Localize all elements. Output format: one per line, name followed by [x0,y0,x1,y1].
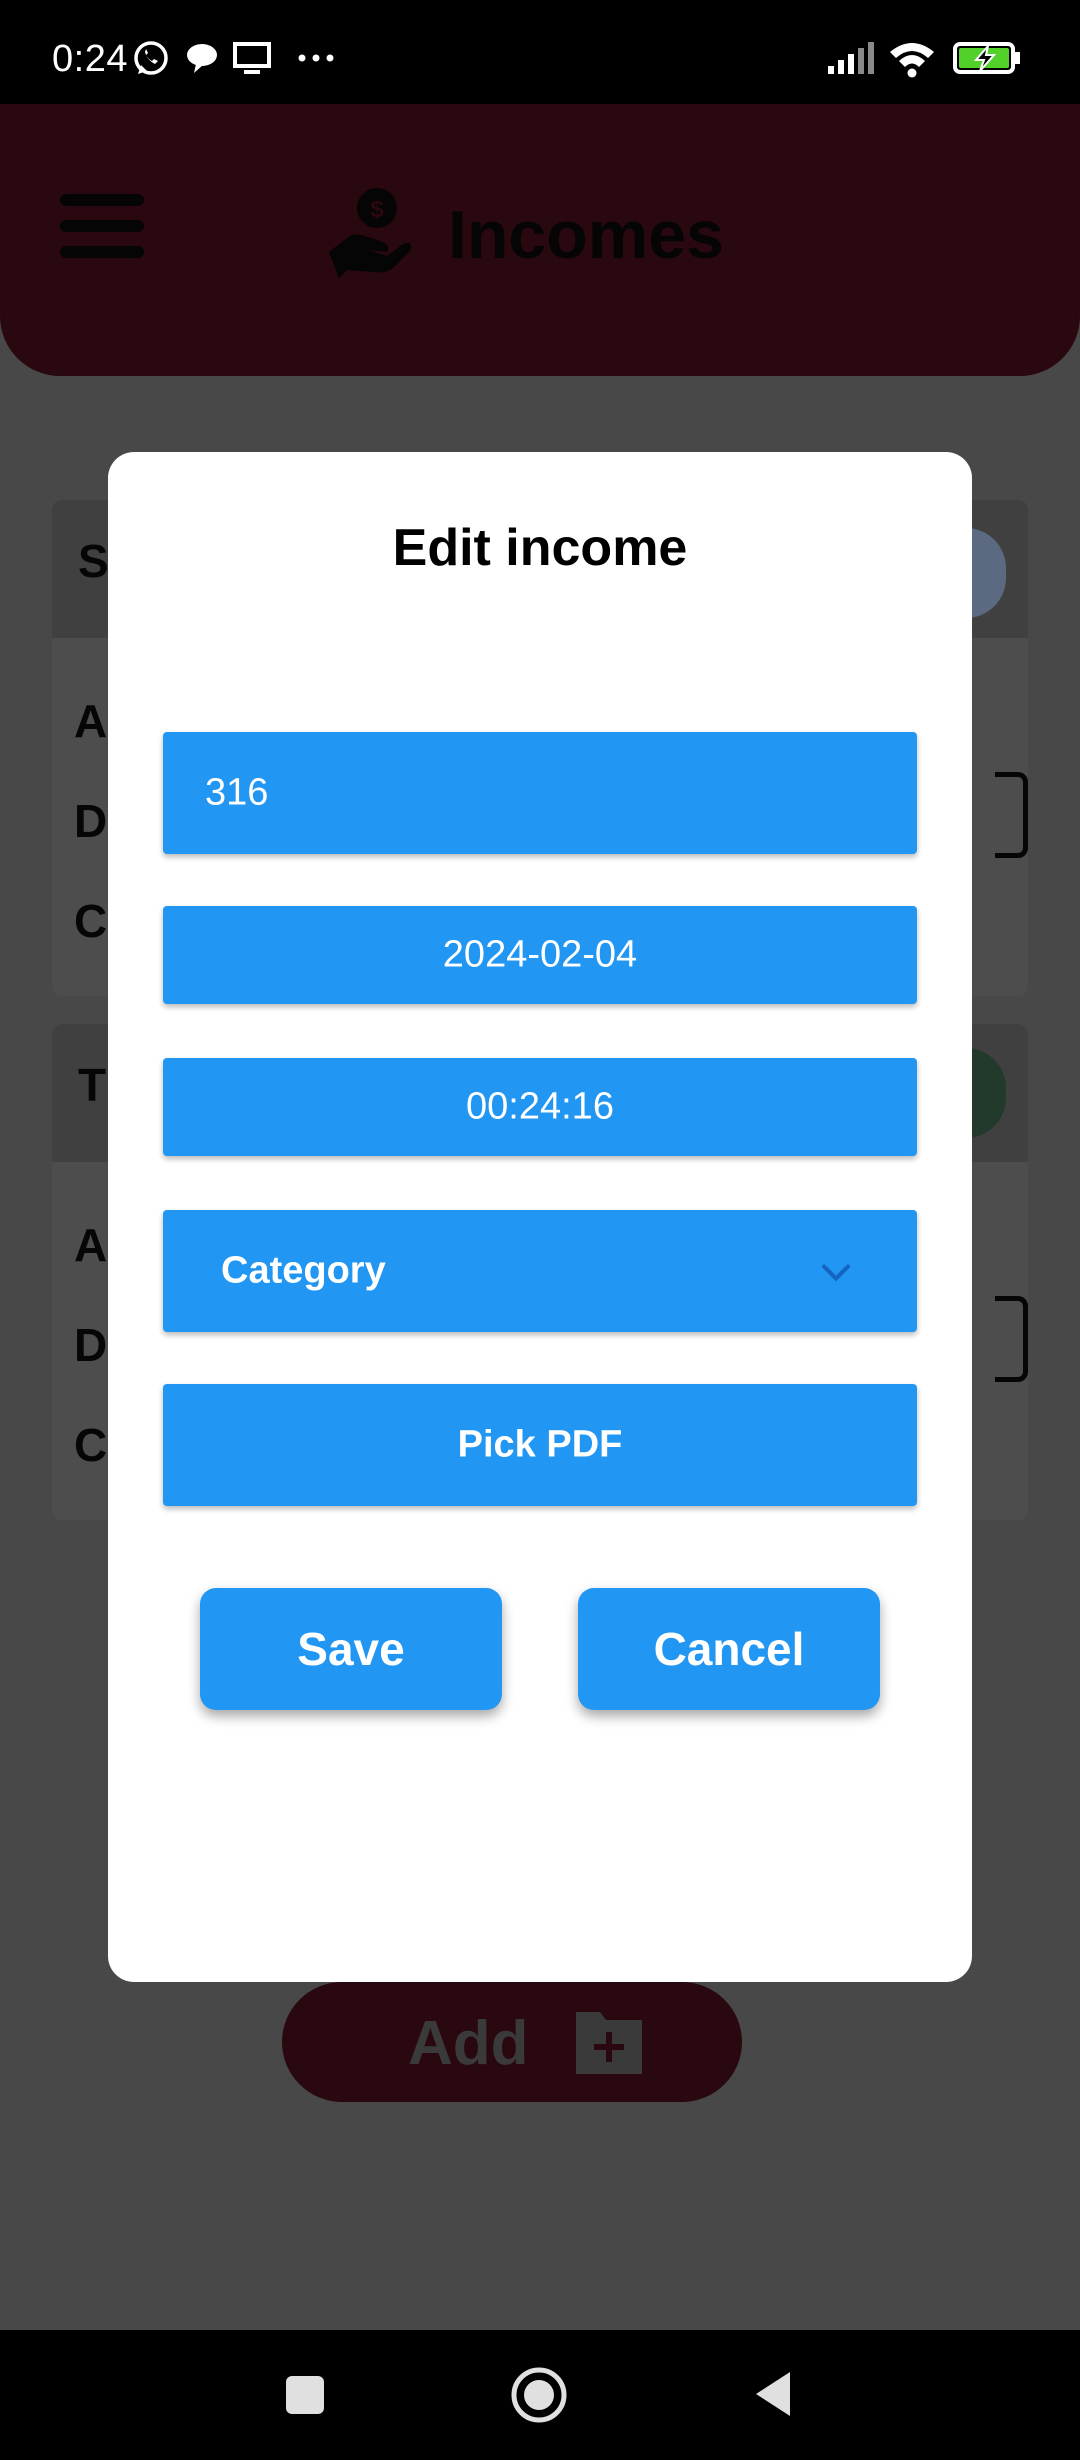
hand-coin-icon: $ [325,186,415,287]
back-triangle-icon[interactable] [752,2370,794,2423]
date-value: 2024-02-04 [442,933,638,976]
category-dropdown[interactable]: Category [163,1210,917,1332]
pdf-button[interactable] [995,772,1028,858]
chat-bubble-icon [184,40,220,81]
income-card-title: T [78,1059,107,1111]
pick-pdf-button[interactable]: Pick PDF [163,1384,917,1506]
pick-pdf-label: Pick PDF [457,1423,623,1466]
chevron-down-icon [821,1250,851,1293]
time-value: 00:24:16 [466,1085,614,1128]
wifi-icon [888,40,936,83]
signal-icon [826,40,876,81]
battery-charging-icon [952,40,1022,81]
hamburger-menu-icon[interactable] [60,194,144,258]
income-card-title: S [78,535,109,587]
svg-text:$: $ [370,196,384,223]
more-dots-icon [296,40,336,81]
pdf-button[interactable] [995,1296,1028,1382]
add-button-label: Add [408,2009,529,2078]
income-card-row-label: D [74,1319,108,1371]
income-card-row-label: A [74,1219,108,1271]
folder-plus-icon [572,2004,646,2083]
cancel-button[interactable]: Cancel [578,1588,880,1710]
screen-cast-icon [232,40,272,81]
add-income-button[interactable]: Add [282,1982,742,2102]
date-picker-button[interactable]: 2024-02-04 [163,906,917,1004]
income-card-row-label: D [74,795,108,847]
income-card-row-label: C [74,895,108,947]
time-picker-button[interactable]: 00:24:16 [163,1058,917,1156]
status-time: 0:24 [52,38,128,80]
page-title: Incomes [448,197,724,273]
status-bar: 0:24 [0,0,1080,104]
dialog-title: Edit income [392,519,688,577]
system-nav-bar [0,2330,1080,2460]
save-button[interactable]: Save [200,1588,502,1710]
income-card-row-label: C [74,1419,108,1471]
income-card-row-label: A [74,695,108,747]
home-circle-icon[interactable] [510,2366,568,2429]
edit-income-dialog: Edit income 316 2024-02-04 00:24:16 Cate… [108,452,972,1982]
category-label: Category [221,1249,386,1292]
app-header: $ Incomes [0,104,1080,376]
amount-value: 316 [205,771,269,814]
amount-input[interactable]: 316 [163,732,917,854]
recents-square-icon[interactable] [284,2374,326,2421]
whatsapp-icon [132,40,170,83]
